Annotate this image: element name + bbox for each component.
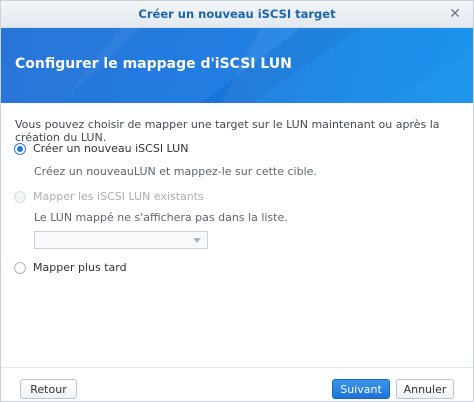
next-button[interactable]: Suivant — [332, 379, 390, 399]
close-icon[interactable]: ✕ — [447, 1, 463, 27]
step-description: Vous pouvez choisir de mapper une target… — [15, 118, 440, 144]
option-create-new-lun[interactable]: Créer un nouveau iSCSI LUN — [14, 142, 188, 155]
step-heading: Configurer le mappage d'iSCSI LUN — [15, 56, 292, 72]
back-button[interactable]: Retour — [20, 379, 77, 399]
option-create-new-lun-hint: Créez un nouveauLUN et mappez-le sur cet… — [34, 165, 317, 178]
radio-create-new-lun[interactable] — [14, 142, 26, 155]
cancel-button[interactable]: Annuler — [396, 379, 454, 399]
radio-map-existing-lun — [14, 190, 26, 203]
header-banner: Configurer le mappage d'iSCSI LUN — [1, 28, 473, 103]
dialog-title: Créer un nouveau iSCSI target — [138, 7, 336, 21]
footer-divider — [1, 367, 473, 368]
radio-map-later[interactable] — [14, 261, 26, 274]
title-bar: Créer un nouveau iSCSI target ✕ — [1, 1, 473, 28]
option-map-later-label[interactable]: Mapper plus tard — [33, 261, 127, 274]
wizard-dialog: Créer un nouveau iSCSI target ✕ Configur… — [0, 0, 474, 402]
option-map-existing-lun-hint: Le LUN mappé ne s'affichera pas dans la … — [34, 211, 288, 224]
option-map-existing-lun-label: Mapper les iSCSI LUN existants — [33, 190, 204, 203]
option-map-later[interactable]: Mapper plus tard — [14, 261, 127, 274]
chevron-down-icon — [193, 238, 201, 243]
option-create-new-lun-label[interactable]: Créer un nouveau iSCSI LUN — [33, 142, 188, 155]
option-map-existing-lun: Mapper les iSCSI LUN existants — [14, 190, 204, 203]
existing-lun-select — [34, 231, 208, 249]
